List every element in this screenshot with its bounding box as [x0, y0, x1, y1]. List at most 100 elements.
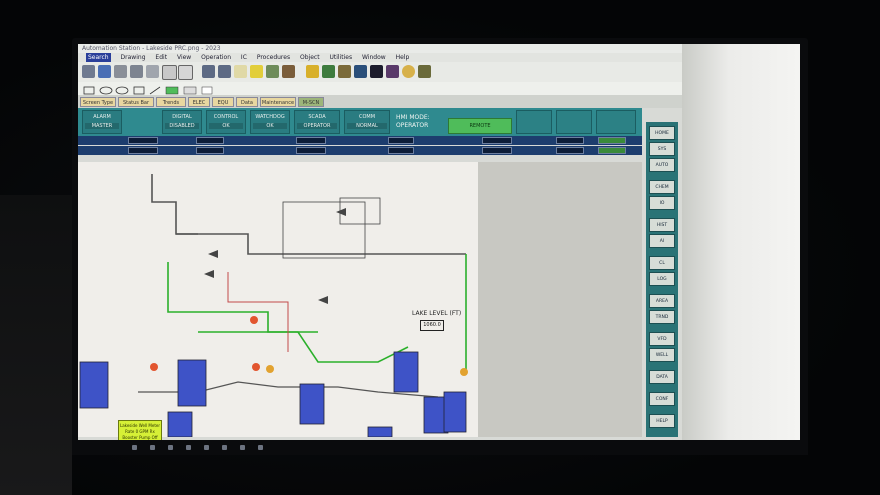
note-icon[interactable]: [234, 65, 247, 78]
tab-equ[interactable]: EQU: [212, 97, 234, 107]
pump[interactable]: [460, 368, 468, 376]
data-row-1: [78, 136, 642, 145]
pump[interactable]: [150, 363, 158, 371]
nav-ai-button[interactable]: AI: [649, 234, 675, 248]
status-bar: ALARM MASTER DIGITAL DISABLED CONTROL OK WA…: [78, 108, 642, 136]
right-nav-panel: HOME SYS AUTO CHEM IO HIST AI CL LOG ARE…: [646, 122, 678, 437]
menu-operation[interactable]: Operation: [201, 53, 231, 62]
smiley-icon[interactable]: [402, 65, 415, 78]
taskbar-app-icon[interactable]: [168, 445, 173, 450]
report-icon[interactable]: [338, 65, 351, 78]
screen-glare: [682, 44, 800, 440]
menu-procedures[interactable]: Procedures: [257, 53, 290, 62]
tank: [299, 383, 325, 425]
status-field: [598, 147, 626, 154]
text-box-icon[interactable]: [183, 86, 197, 95]
menu-view[interactable]: View: [177, 53, 191, 62]
menu-help[interactable]: Help: [396, 53, 410, 62]
nav-vfd-button[interactable]: VFD: [649, 332, 675, 346]
menu-drawing[interactable]: Drawing: [121, 53, 146, 62]
print-icon[interactable]: [114, 65, 127, 78]
tab-maintenance[interactable]: Maintenance: [260, 97, 296, 107]
tank: [167, 411, 193, 438]
nav-io-button[interactable]: IO: [649, 196, 675, 210]
frame-icon[interactable]: [133, 86, 145, 95]
pump[interactable]: [252, 363, 260, 371]
taskbar-app-icon[interactable]: [150, 445, 155, 450]
tab-status-bar[interactable]: Status Bar: [118, 97, 154, 107]
ok-button-icon[interactable]: [165, 86, 179, 95]
line-icon[interactable]: [149, 86, 161, 95]
tank: [393, 351, 419, 393]
pipe-green: [167, 262, 318, 333]
open-icon[interactable]: [82, 65, 95, 78]
tank: [177, 359, 207, 407]
status-slot-3: [596, 110, 636, 134]
flag-icon[interactable]: [322, 65, 335, 78]
value-field: [296, 137, 326, 144]
taskbar-app-icon[interactable]: [240, 445, 245, 450]
nav-area-button[interactable]: AREA: [649, 294, 675, 308]
paper-note: [0, 195, 72, 495]
menu-window[interactable]: Window: [362, 53, 386, 62]
menu-edit[interactable]: Edit: [155, 53, 167, 62]
chart-icon[interactable]: [354, 65, 367, 78]
nav-well-button[interactable]: WELL: [649, 348, 675, 362]
ellipse-icon[interactable]: [99, 86, 113, 95]
nav-trnd-button[interactable]: TRND: [649, 310, 675, 324]
table-cell-icon[interactable]: [201, 86, 213, 95]
valve[interactable]: [336, 208, 346, 216]
highlight-icon[interactable]: [250, 65, 263, 78]
nav-sys-button[interactable]: SYS: [649, 142, 675, 156]
user-icon[interactable]: [386, 65, 399, 78]
copy-icon[interactable]: [130, 65, 143, 78]
ellipse-outline-icon[interactable]: [115, 86, 129, 95]
pump[interactable]: [250, 316, 258, 324]
valve[interactable]: [204, 270, 214, 278]
menu-object[interactable]: Object: [300, 53, 320, 62]
nav-auto-button[interactable]: AUTO: [649, 158, 675, 172]
hmi-mode: HMI MODE: OPERATOR: [396, 114, 430, 129]
tab-trends[interactable]: Trends: [156, 97, 186, 107]
tab-m-scn[interactable]: M-SCN: [298, 97, 324, 107]
menu-utilities[interactable]: Utilities: [329, 53, 352, 62]
nav-conf-button[interactable]: CONF: [649, 392, 675, 406]
start-icon[interactable]: [132, 445, 137, 450]
menu-ic[interactable]: IC: [241, 53, 247, 62]
status-digital: DIGITAL DISABLED: [162, 110, 202, 134]
tag-icon[interactable]: [266, 65, 279, 78]
value-field: [128, 147, 158, 154]
nav-chem-button[interactable]: CHEM: [649, 180, 675, 194]
tab-elec[interactable]: ELEC: [188, 97, 210, 107]
nav-help-button[interactable]: HELP: [649, 414, 675, 428]
pipe: [151, 174, 198, 235]
valve[interactable]: [208, 250, 218, 258]
zoom-in-icon[interactable]: [202, 65, 215, 78]
settings-icon[interactable]: [418, 65, 431, 78]
status-field: [598, 137, 626, 144]
monitor-icon[interactable]: [370, 65, 383, 78]
taskbar-app-icon[interactable]: [204, 445, 209, 450]
tab-data[interactable]: Data: [236, 97, 258, 107]
menu-search[interactable]: Search: [86, 53, 111, 62]
nav-data-button[interactable]: DATA: [649, 370, 675, 384]
nav-cl-button[interactable]: CL: [649, 256, 675, 270]
page-icon[interactable]: [146, 65, 159, 78]
taskbar-app-icon[interactable]: [258, 445, 263, 450]
taskbar-app-icon[interactable]: [222, 445, 227, 450]
nav-hist-button[interactable]: HIST: [649, 218, 675, 232]
zoom-out-icon[interactable]: [218, 65, 231, 78]
nav-home-button[interactable]: HOME: [649, 126, 675, 140]
pump[interactable]: [266, 365, 274, 373]
save-icon[interactable]: [98, 65, 111, 78]
lock-icon[interactable]: [306, 65, 319, 78]
nav-log-button[interactable]: LOG: [649, 272, 675, 286]
taskbar-app-icon[interactable]: [186, 445, 191, 450]
rectangle-icon[interactable]: [83, 86, 95, 95]
grid-icon[interactable]: [162, 65, 177, 80]
valve[interactable]: [318, 296, 328, 304]
tab-screen-type[interactable]: Screen Type B: [80, 97, 116, 116]
value-field: [388, 137, 414, 144]
table-icon[interactable]: [178, 65, 193, 80]
tool-icon[interactable]: [282, 65, 295, 78]
